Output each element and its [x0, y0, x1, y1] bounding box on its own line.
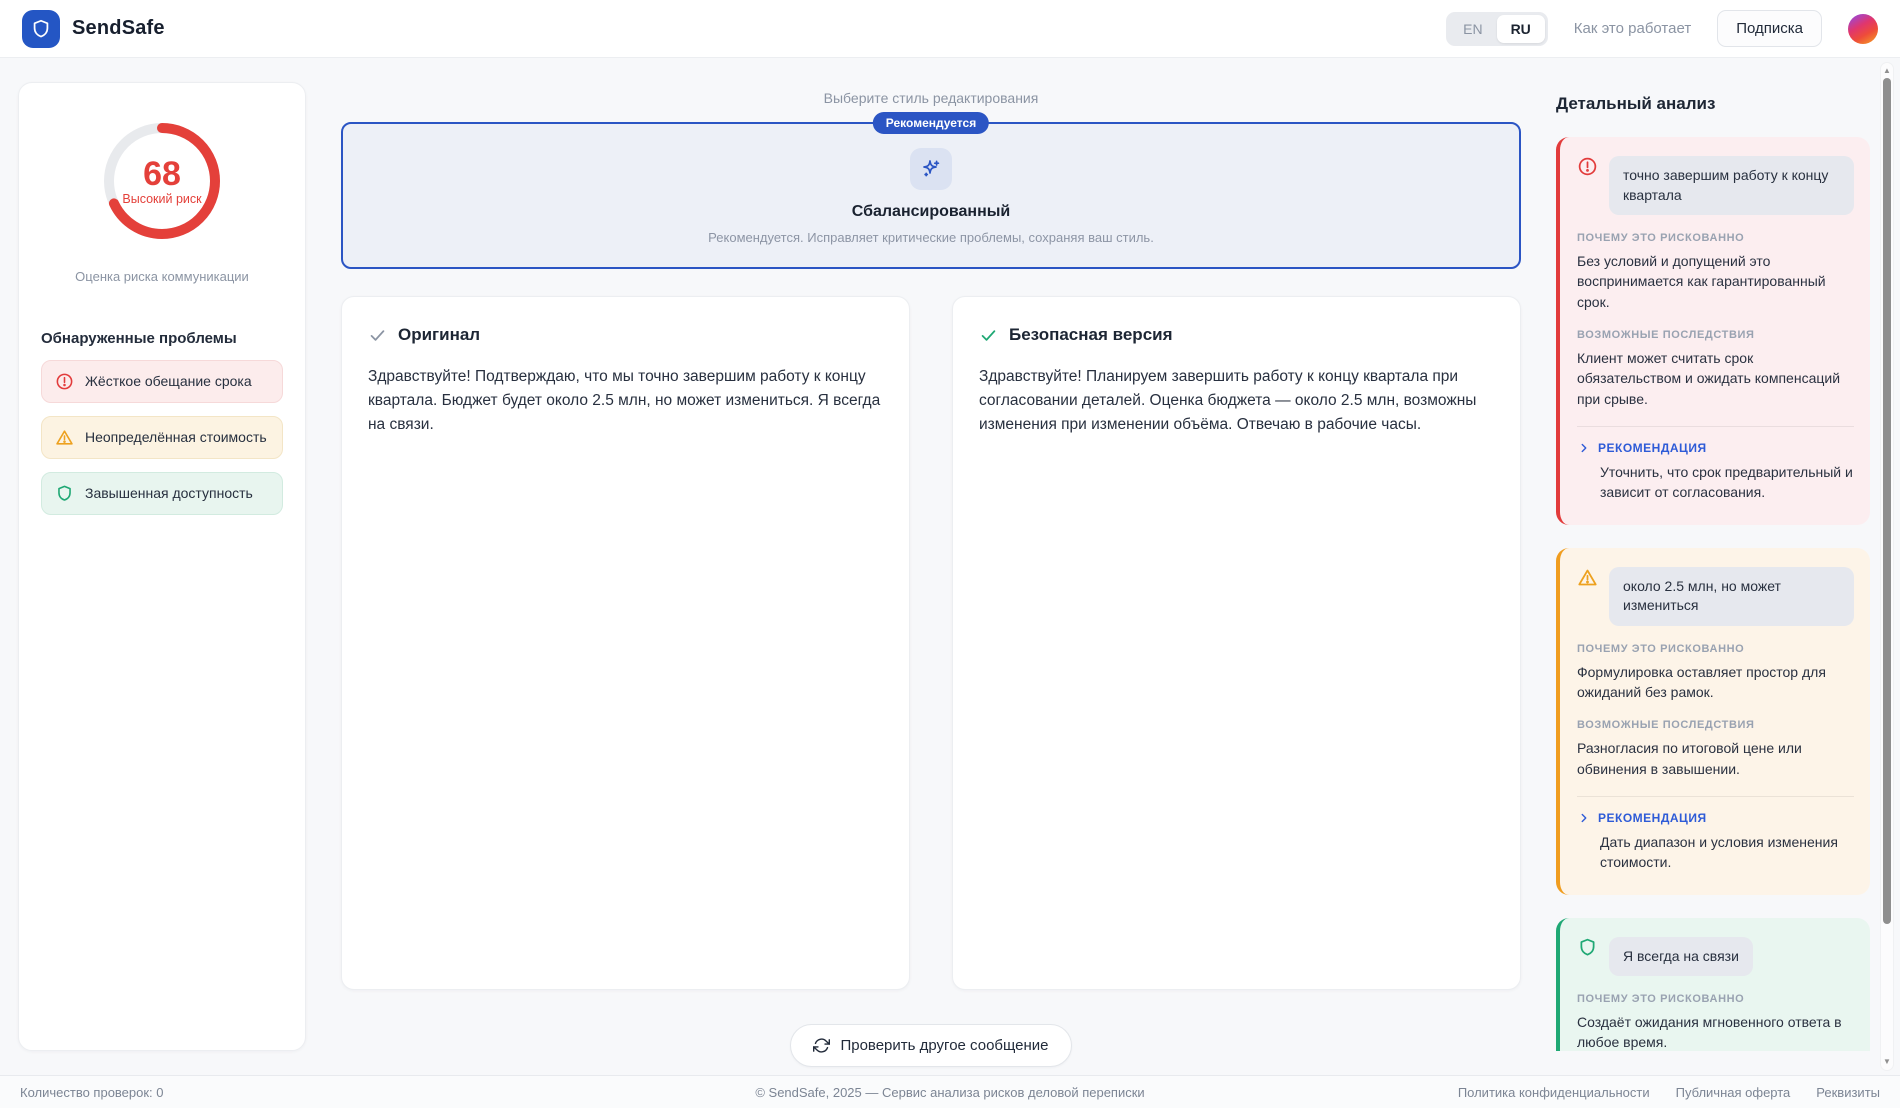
style-card-description: Рекомендуется. Исправляет критические пр… [363, 230, 1499, 245]
footer-checks-count: Количество проверок: 0 [20, 1085, 164, 1100]
why-risky-label: ПОЧЕМУ ЭТО РИСКОВАННО [1577, 232, 1854, 244]
why-risky-label: ПОЧЕМУ ЭТО РИСКОВАННО [1577, 643, 1854, 655]
content-area: 68 Высокий риск Оценка риска коммуникаци… [0, 58, 1900, 1075]
logo [22, 10, 60, 48]
problem-item-cost[interactable]: Неопределённая стоимость [41, 416, 283, 459]
divider [1577, 426, 1854, 427]
check-icon-gray [368, 326, 387, 345]
scrollbar-thumb[interactable] [1883, 78, 1891, 924]
consequences-text: Разногласия по итоговой цене или обвинен… [1577, 738, 1854, 779]
top-header: SendSafe EN RU Как это работает Подписка [0, 0, 1900, 58]
why-risky-text: Формулировка оставляет простор для ожида… [1577, 662, 1854, 703]
safe-title: Безопасная версия [1009, 325, 1173, 345]
original-text: Здравствуйте! Подтверждаю, что мы точно … [368, 365, 883, 437]
lang-option-en[interactable]: EN [1449, 15, 1496, 43]
quoted-fragment: около 2.5 млн, но может измениться [1609, 567, 1854, 626]
scroll-up-icon[interactable]: ▲ [1881, 66, 1893, 76]
risk-score-ring: 68 Высокий риск [100, 119, 224, 243]
style-picker-title: Выберите стиль редактирования [341, 90, 1521, 106]
divider [1577, 796, 1854, 797]
recommendation-text: Дать диапазон и условия изменения стоимо… [1577, 832, 1854, 873]
sparkles-icon [910, 148, 952, 190]
analysis-title: Детальный анализ [1556, 94, 1870, 114]
warning-triangle-icon [55, 428, 74, 447]
shield-icon [1577, 937, 1598, 958]
footer: © SendSafe, 2025 — Сервис анализа рисков… [0, 1075, 1900, 1108]
analysis-panel: Детальный анализ точно завершим работу к… [1556, 82, 1872, 1051]
risk-sidebar: 68 Высокий риск Оценка риска коммуникаци… [18, 82, 306, 1051]
why-risky-text: Создаёт ожидания мгновенного ответа в лю… [1577, 1012, 1854, 1051]
footer-link-requisites[interactable]: Реквизиты [1816, 1085, 1880, 1100]
consequences-label: ВОЗМОЖНЫЕ ПОСЛЕДСТВИЯ [1577, 719, 1854, 731]
problem-item-deadline[interactable]: Жёсткое обещание срока [41, 360, 283, 403]
consequences-label: ВОЗМОЖНЫЕ ПОСЛЕДСТВИЯ [1577, 329, 1854, 341]
risk-score-caption: Оценка риска коммуникации [41, 269, 283, 284]
why-risky-text: Без условий и допущений это воспринимает… [1577, 251, 1854, 312]
scrollbar[interactable]: ▲ ▼ [1880, 62, 1894, 1071]
risk-score-value: 68 [143, 157, 181, 191]
quoted-fragment: точно завершим работу к концу квартала [1609, 156, 1854, 215]
brand-name: SendSafe [72, 17, 165, 40]
problem-label: Жёсткое обещание срока [85, 373, 252, 391]
recommended-badge: Рекомендуется [873, 112, 989, 134]
how-it-works-link[interactable]: Как это работает [1574, 20, 1691, 37]
safe-message-card: Безопасная версия Здравствуйте! Планируе… [952, 296, 1521, 990]
shield-icon [55, 484, 74, 503]
recommendation-label: РЕКОМЕНДАЦИЯ [1598, 441, 1707, 455]
problem-label: Завышенная доступность [85, 485, 253, 503]
risk-level-label: Высокий риск [122, 192, 201, 206]
recommendation-text: Уточнить, что срок предварительный и зав… [1577, 462, 1854, 503]
brand: SendSafe [22, 10, 165, 48]
style-card-title: Сбалансированный [363, 203, 1499, 221]
safe-text: Здравствуйте! Планируем завершить работу… [979, 365, 1494, 437]
avatar[interactable] [1848, 14, 1878, 44]
quoted-fragment: Я всегда на связи [1609, 937, 1753, 977]
style-card-balanced[interactable]: Рекомендуется Сбалансированный Рекоменду… [341, 122, 1521, 269]
scroll-down-icon[interactable]: ▼ [1881, 1057, 1893, 1067]
alert-circle-icon [55, 372, 74, 391]
chevron-right-icon [1577, 811, 1591, 825]
check-icon-green [979, 326, 998, 345]
refresh-icon [813, 1037, 830, 1054]
check-another-button[interactable]: Проверить другое сообщение [790, 1024, 1071, 1067]
consequences-text: Клиент может считать срок обязательством… [1577, 348, 1854, 409]
why-risky-label: ПОЧЕМУ ЭТО РИСКОВАННО [1577, 993, 1854, 1005]
lang-option-ru[interactable]: RU [1497, 15, 1545, 43]
original-title: Оригинал [398, 325, 480, 345]
original-message-card: Оригинал Здравствуйте! Подтверждаю, что … [341, 296, 910, 990]
subscribe-button[interactable]: Подписка [1717, 10, 1822, 47]
analysis-card-info: Я всегда на связи ПОЧЕМУ ЭТО РИСКОВАННО … [1556, 918, 1870, 1051]
analysis-card-warning: около 2.5 млн, но может измениться ПОЧЕМ… [1556, 548, 1870, 895]
alert-circle-icon [1577, 156, 1598, 177]
recommendation-label: РЕКОМЕНДАЦИЯ [1598, 811, 1707, 825]
problem-label: Неопределённая стоимость [85, 429, 267, 447]
check-another-label: Проверить другое сообщение [840, 1037, 1048, 1054]
main-column: Выберите стиль редактирования Рекомендуе… [341, 82, 1521, 1051]
footer-link-privacy[interactable]: Политика конфиденциальности [1458, 1085, 1650, 1100]
language-toggle: EN RU [1446, 12, 1548, 46]
analysis-card-critical: точно завершим работу к концу квартала П… [1556, 137, 1870, 525]
problems-title: Обнаруженные проблемы [41, 330, 283, 347]
shield-logo-icon [30, 18, 52, 40]
footer-link-offer[interactable]: Публичная оферта [1676, 1085, 1791, 1100]
chevron-right-icon [1577, 441, 1591, 455]
problem-item-availability[interactable]: Завышенная доступность [41, 472, 283, 515]
warning-triangle-icon [1577, 567, 1598, 588]
